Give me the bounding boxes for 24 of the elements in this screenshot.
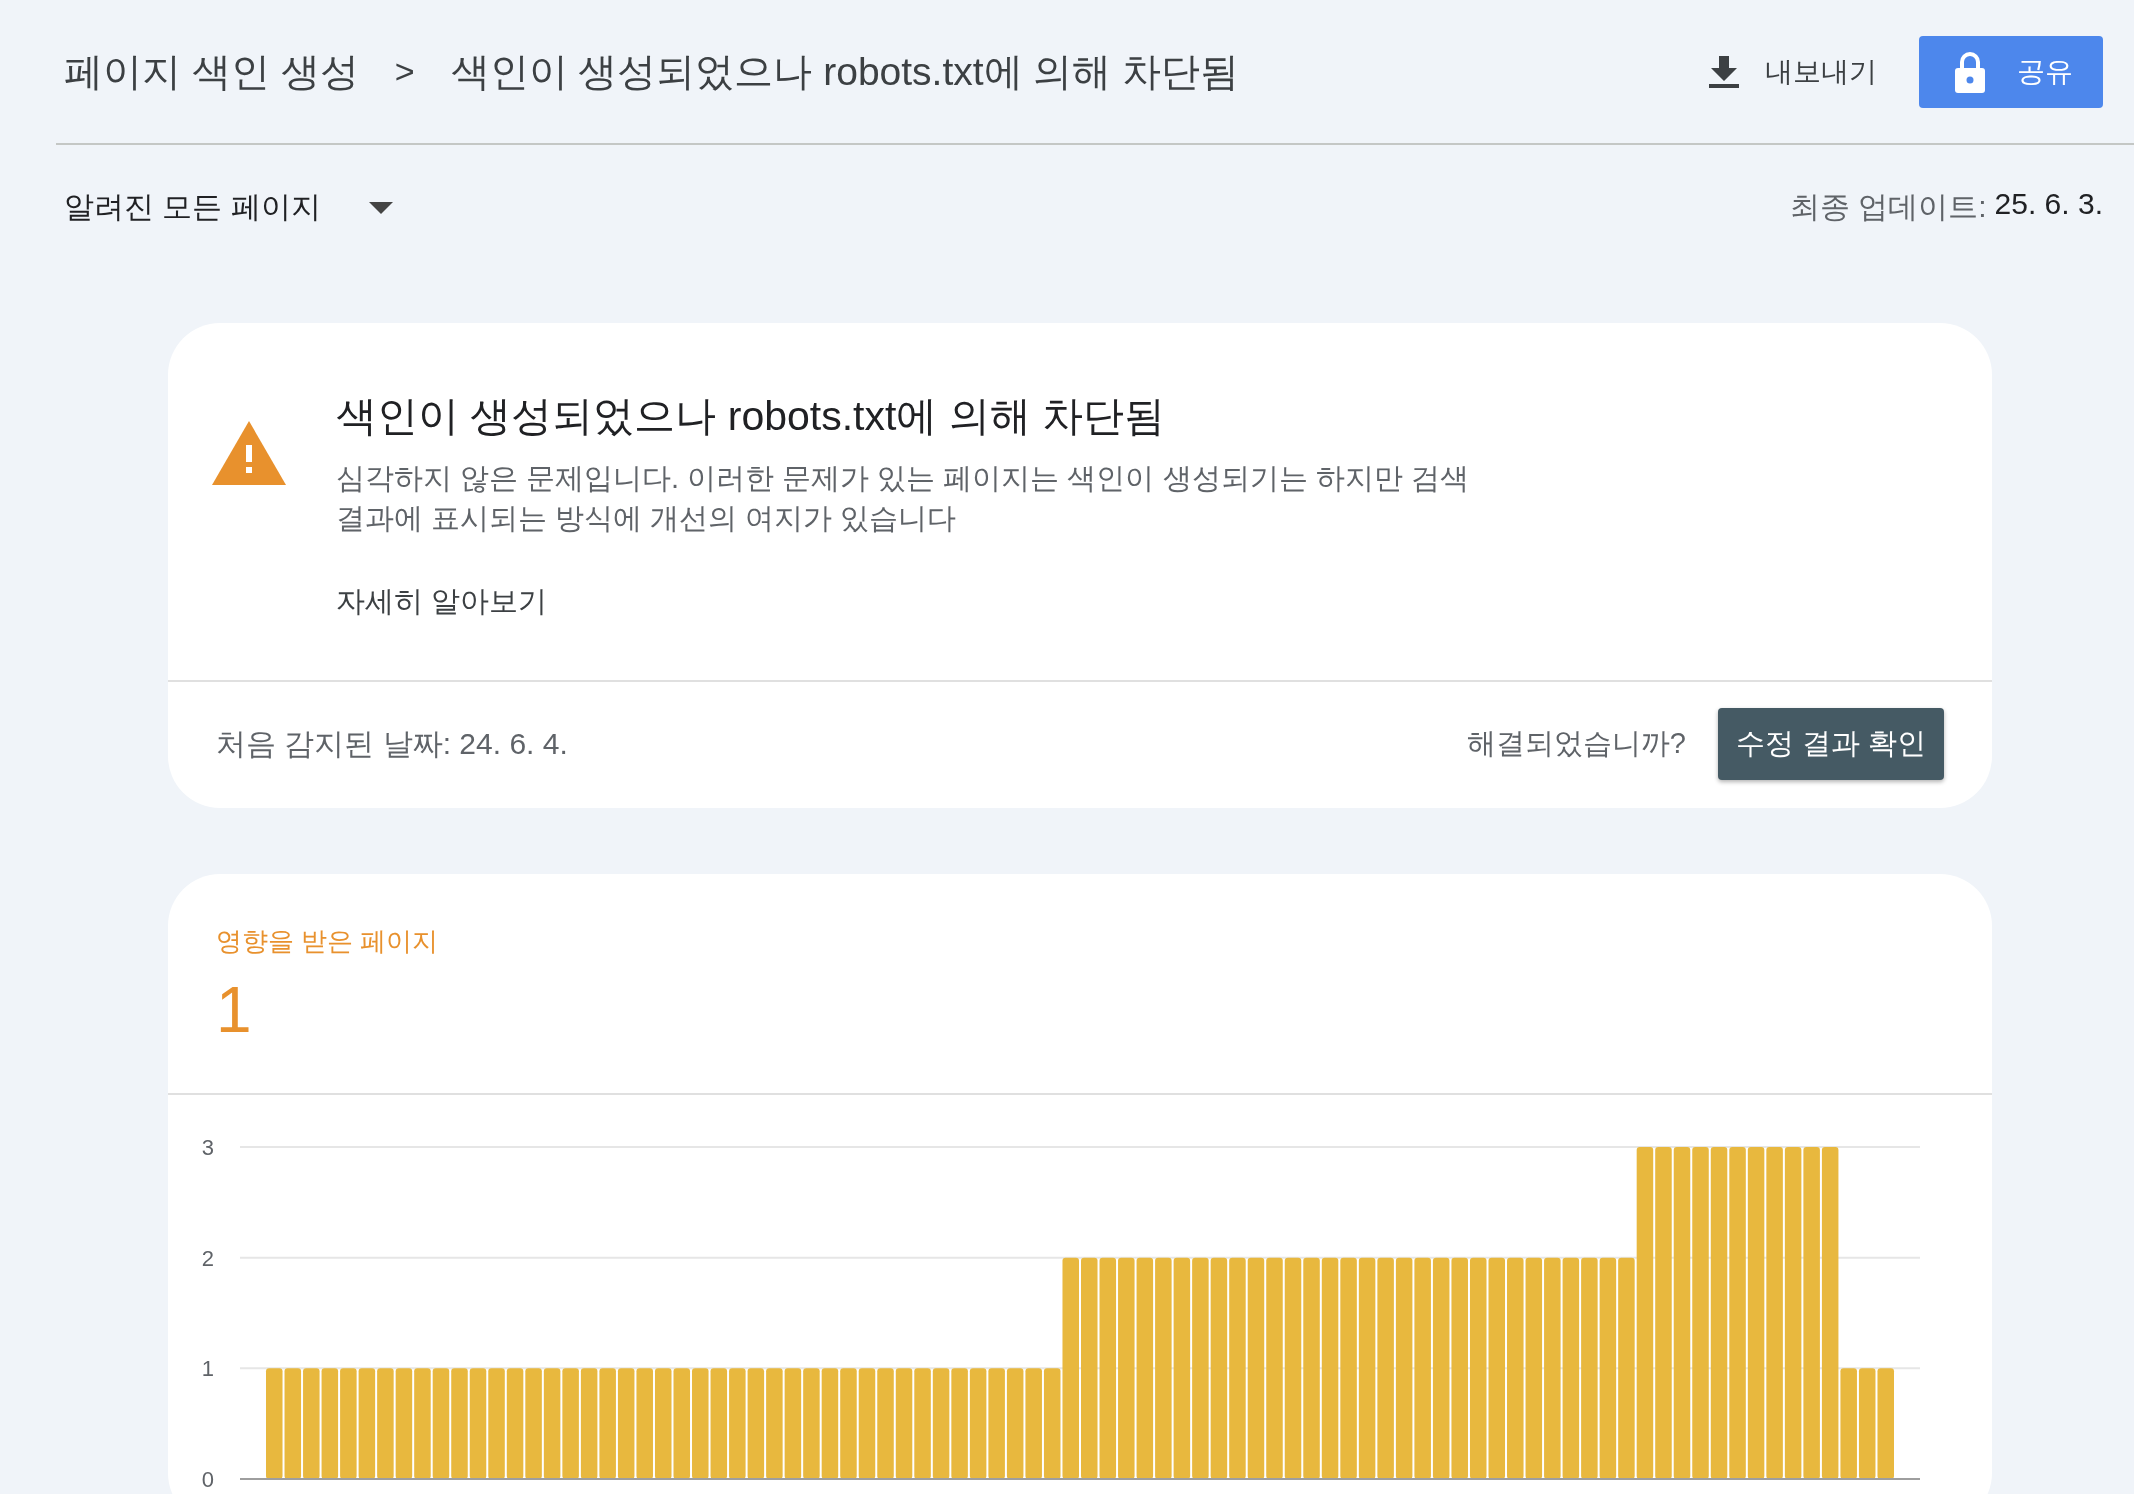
y-axis-label: 3 bbox=[201, 1135, 214, 1160]
y-axis-label: 2 bbox=[201, 1245, 214, 1271]
download-icon bbox=[1709, 55, 1739, 88]
page-filter-dropdown[interactable]: 알려진 모든 페이지 bbox=[64, 187, 393, 228]
lock-icon bbox=[1953, 50, 1987, 93]
breadcrumb-separator: > bbox=[394, 52, 415, 91]
last-updated-label: 최종 업데이트: bbox=[1789, 189, 1987, 225]
page-title: 색인이 생성되었으나 robots.txt에 의해 차단됨 bbox=[450, 48, 1240, 95]
validate-fix-button[interactable]: 수정 결과 확인 bbox=[1717, 708, 1944, 780]
y-axis-label: 1 bbox=[201, 1356, 214, 1382]
last-updated-date: 25. 6. 3. bbox=[1994, 187, 2103, 222]
affected-pages-count: 1 bbox=[216, 973, 253, 1047]
learn-more-link[interactable]: 자세히 알아보기 bbox=[336, 582, 548, 622]
first-detected-date: 처음 감지된 날짜: 24. 6. 4. bbox=[216, 725, 568, 762]
breadcrumb-link[interactable]: 페이지 색인 생성 bbox=[64, 44, 359, 99]
resolved-question: 해결되었습니까? bbox=[1466, 726, 1686, 761]
dropdown-arrow-icon bbox=[368, 201, 393, 214]
affected-pages-label: 영향을 받은 페이지 bbox=[216, 925, 440, 958]
issue-description: 심각하지 않은 문제입니다. 이러한 문제가 있는 페이지는 색인이 생성되기는 하지만 검색결과에 표시되는 방식에 개선의 여지가 있습니다 bbox=[336, 461, 1470, 536]
warning-icon bbox=[212, 421, 286, 485]
export-button[interactable]: 내보내기 bbox=[1701, 44, 1885, 99]
issue-title: 색인이 생성되었으나 robots.txt에 의해 차단됨 bbox=[336, 392, 1167, 441]
share-button[interactable]: 공유 bbox=[1919, 35, 2103, 108]
y-axis-label: 0 bbox=[201, 1467, 214, 1492]
